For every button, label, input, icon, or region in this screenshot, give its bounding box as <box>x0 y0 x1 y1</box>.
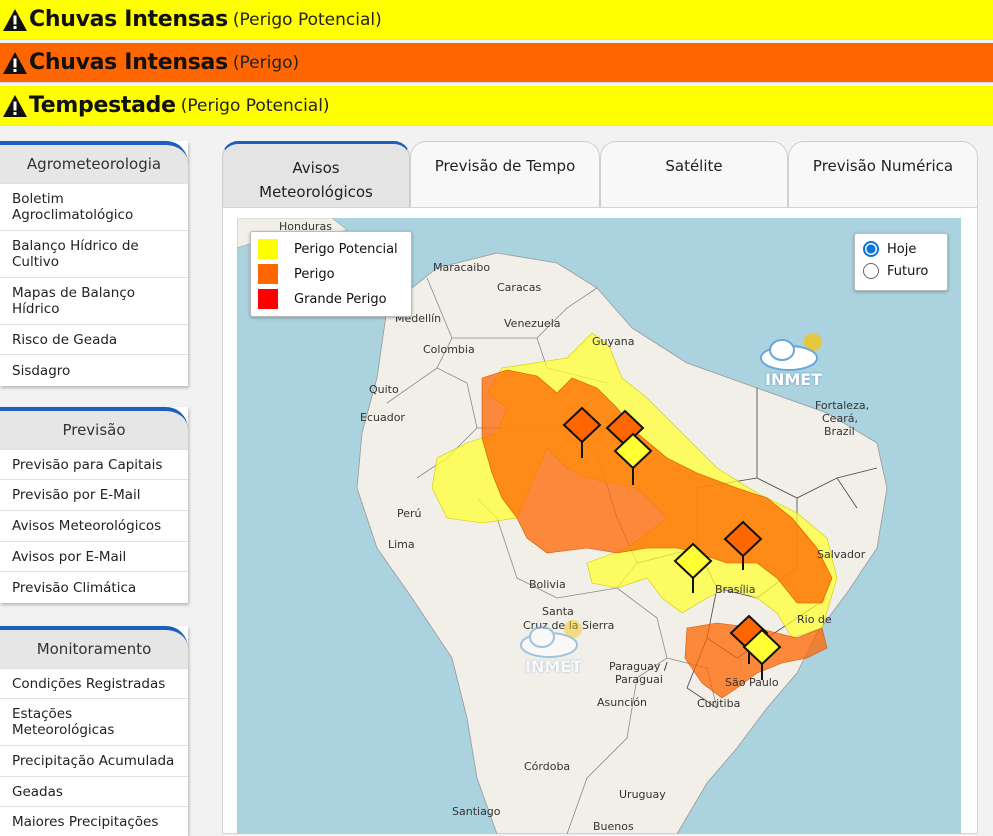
legend-label: Perigo <box>294 266 335 282</box>
alert-bar-2[interactable]: Chuvas Intensas (Perigo) <box>0 43 993 83</box>
alert-bar-3[interactable]: Tempestade (Perigo Potencial) <box>0 86 993 126</box>
time-selector: Hoje Futuro <box>854 233 948 291</box>
menu-item-previsao-capitais[interactable]: Previsão para Capitais <box>0 449 188 479</box>
inmet-logo: INMET <box>517 613 592 683</box>
radio-button[interactable] <box>863 263 879 279</box>
map-label: Uruguay <box>619 788 666 801</box>
menu-item-previsao-climatica[interactable]: Previsão Climática <box>0 571 188 603</box>
radio-label: Hoje <box>887 241 917 257</box>
map-label: Asunción <box>597 696 648 709</box>
map-label: Bolivia <box>529 578 566 591</box>
menu-item-avisos-email[interactable]: Avisos por E-Mail <box>0 541 188 571</box>
cloud-sun-icon <box>520 620 582 658</box>
cloud-sun-icon <box>760 333 822 371</box>
alert-level: (Perigo Potencial) <box>180 95 330 116</box>
map-label: Salvador <box>817 548 866 561</box>
map-label: Lima <box>388 538 415 551</box>
map-label: Venezuela <box>504 317 561 330</box>
menu-item-estacoes[interactable]: Estações Meteorológicas <box>0 698 188 745</box>
menu-item-risco-geada[interactable]: Risco de Geada <box>0 324 188 354</box>
map-label: Colombia <box>423 343 475 356</box>
map-label: Quito <box>369 383 399 396</box>
inmet-logo: INMET <box>757 326 832 396</box>
alert-title: Chuvas Intensas <box>29 50 228 75</box>
menu-item-previsao-email[interactable]: Previsão por E-Mail <box>0 479 188 510</box>
alert-bar-1[interactable]: Chuvas Intensas (Perigo Potencial) <box>0 0 993 40</box>
menu-item-boletim[interactable]: Boletim Agroclimatológico <box>0 183 188 230</box>
tab-label: Previsão de Tempo <box>434 157 576 175</box>
alert-level: (Perigo) <box>232 52 300 73</box>
menu-item-sisdagro[interactable]: Sisdagro <box>0 354 188 386</box>
menu-agrometeorologia: Agrometeorologia Boletim Agroclimatológi… <box>0 141 188 386</box>
legend-label: Perigo Potencial <box>294 241 398 257</box>
logo-text: INMET <box>525 657 583 676</box>
warning-icon <box>3 51 27 74</box>
menu-item-maiores-precipitacoes[interactable]: Maiores Precipitações <box>0 806 188 836</box>
menu-previsao: Previsão Previsão para Capitais Previsão… <box>0 407 188 603</box>
tab-label: Satélite <box>665 157 723 175</box>
map-label: Córdoba <box>524 760 571 773</box>
tab-previsao-tempo[interactable]: Previsão de Tempo <box>410 141 600 207</box>
legend-label: Grande Perigo <box>294 291 387 307</box>
map-label: Ecuador <box>360 411 405 424</box>
menu-item-condicoes[interactable]: Condições Registradas <box>0 668 188 698</box>
map-label: Santiago <box>452 805 501 818</box>
map-label: São Paulo <box>725 676 779 689</box>
warning-map[interactable]: Honduras Maracaibo Caracas Medellín Vene… <box>237 218 961 834</box>
legend-item: Perigo <box>258 264 335 284</box>
menu-title: Agrometeorologia <box>0 141 188 183</box>
logo-text: INMET <box>765 370 823 389</box>
map-label: Guyana <box>592 335 635 348</box>
tab-satelite[interactable]: Satélite <box>600 141 788 207</box>
alert-level: (Perigo Potencial) <box>232 9 382 30</box>
map-label: Buenos <box>593 820 634 833</box>
tab-previsao-numerica[interactable]: Previsão Numérica <box>788 141 978 207</box>
map-label: Maracaibo <box>433 261 491 274</box>
radio-hoje[interactable]: Hoje <box>863 241 916 257</box>
warning-icon <box>3 8 27 31</box>
menu-item-geadas[interactable]: Geadas <box>0 776 188 806</box>
alert-title: Tempestade <box>29 93 176 118</box>
tab-label: Avisos Meteorológicos <box>259 159 373 201</box>
map-label: Brasília <box>715 583 756 596</box>
map-label: Paraguay / <box>609 660 668 673</box>
legend-swatch <box>258 264 278 284</box>
radio-futuro[interactable]: Futuro <box>863 263 928 279</box>
alert-title: Chuvas Intensas <box>29 7 228 32</box>
map-label: Curitiba <box>697 697 741 710</box>
legend-swatch <box>258 239 278 259</box>
menu-item-avisos-meteorologicos[interactable]: Avisos Meteorológicos <box>0 510 188 541</box>
menu-item-precipitacao[interactable]: Precipitação Acumulada <box>0 745 188 776</box>
menu-title: Previsão <box>0 407 188 449</box>
menu-item-balanco-cultivo[interactable]: Balanço Hídrico de Cultivo <box>0 230 188 277</box>
legend-swatch <box>258 289 278 309</box>
tab-avisos-meteorologicos[interactable]: Avisos Meteorológicos <box>222 141 410 207</box>
map-label: Paraguai <box>615 673 663 686</box>
map-label: Brazil <box>824 425 855 438</box>
menu-monitoramento: Monitoramento Condições Registradas Esta… <box>0 626 188 836</box>
legend-item: Perigo Potencial <box>258 239 398 259</box>
map-label: Fortaleza, <box>815 399 870 412</box>
radio-button[interactable] <box>863 241 879 257</box>
map-legend: Perigo Potencial Perigo Grande Perigo <box>250 231 412 317</box>
warning-icon <box>3 94 27 117</box>
legend-item: Grande Perigo <box>258 289 387 309</box>
menu-title: Monitoramento <box>0 626 188 668</box>
tab-label: Previsão Numérica <box>812 157 954 175</box>
map-label: Ceará, <box>822 412 858 425</box>
map-label: Perú <box>397 507 422 520</box>
map-label: Rio de <box>797 613 832 626</box>
radio-label: Futuro <box>887 263 929 279</box>
menu-item-mapas-balanco[interactable]: Mapas de Balanço Hídrico <box>0 277 188 324</box>
map-label: Caracas <box>497 281 542 294</box>
